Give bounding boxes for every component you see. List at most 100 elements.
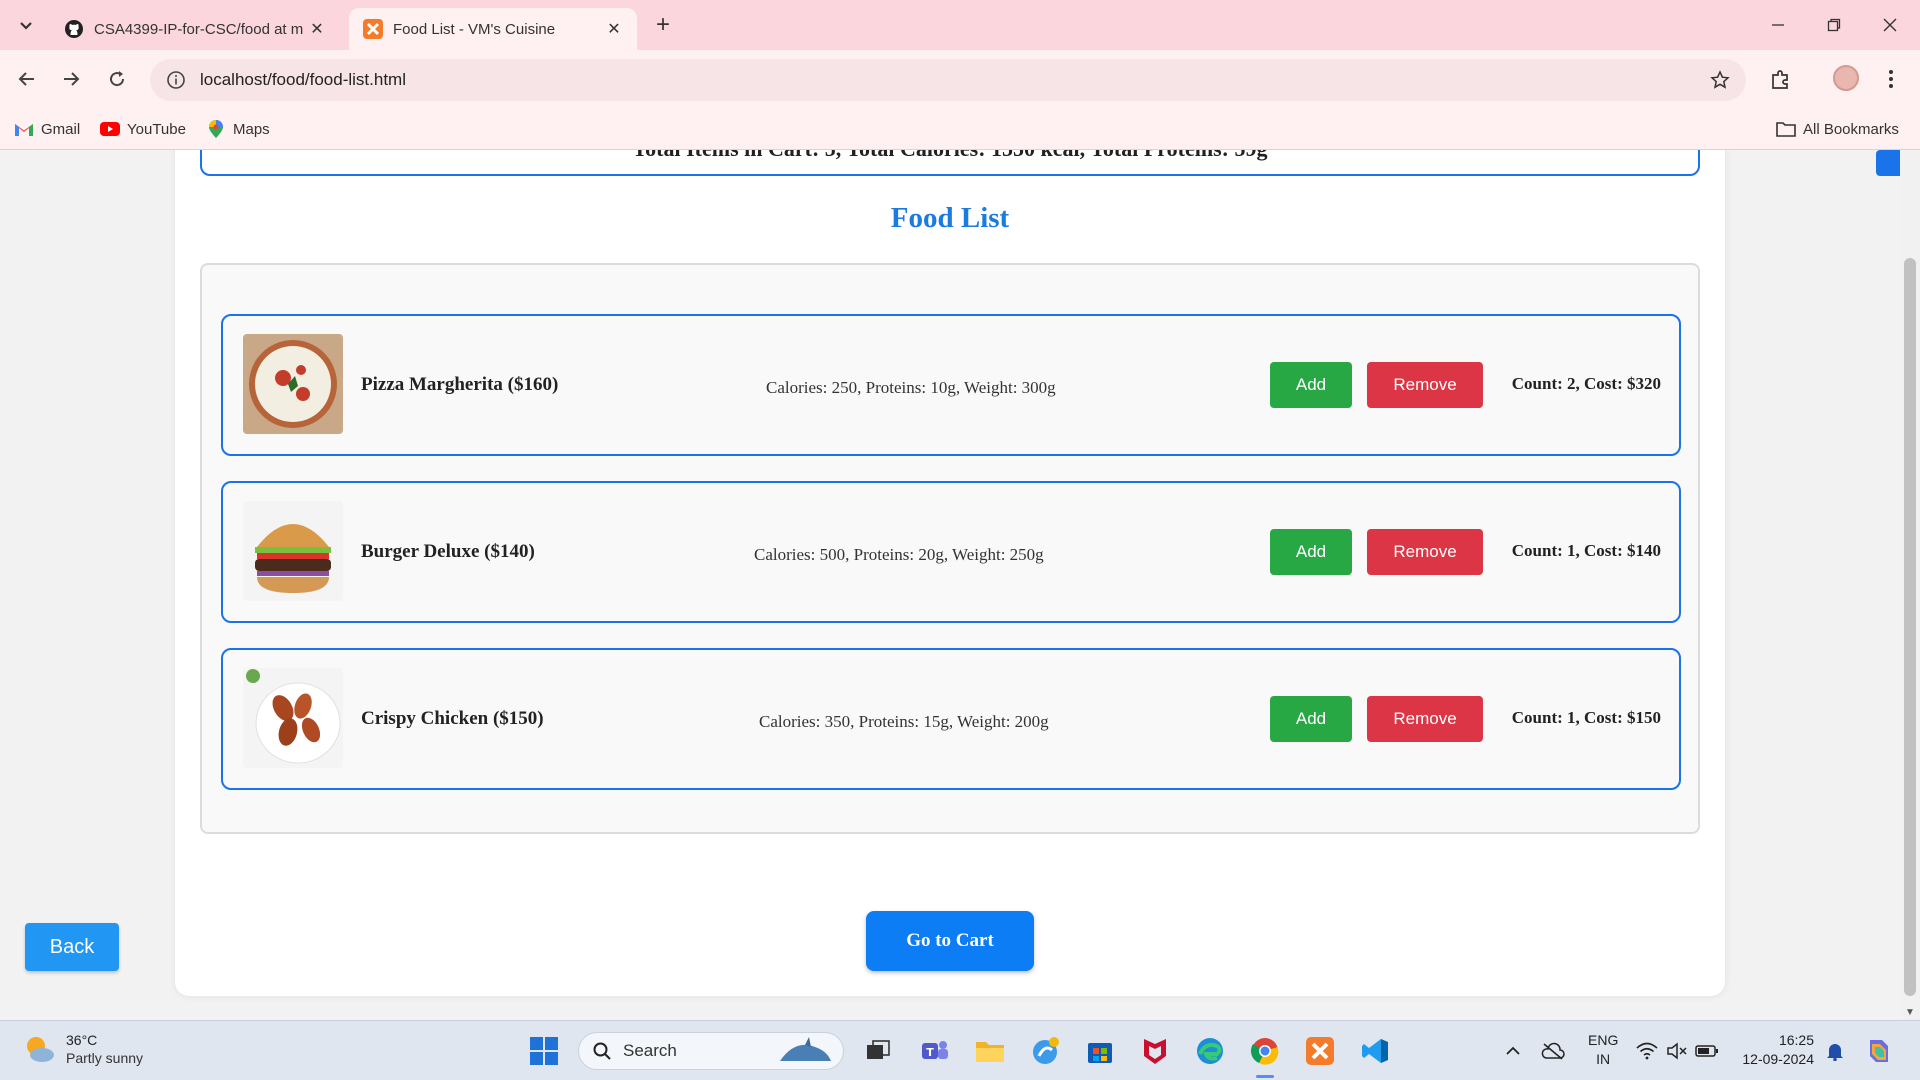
clock-time: 16:25 xyxy=(1778,1032,1814,1048)
all-bookmarks-label: All Bookmarks xyxy=(1803,120,1899,138)
item-count-cost: Count: 2, Cost: $320 xyxy=(1511,374,1661,393)
bookmarks-bar: Gmail YouTube Maps All Bookmarks xyxy=(0,108,1920,150)
page-title: Food List xyxy=(890,202,1010,234)
go-to-cart-button[interactable]: Go to Cart xyxy=(866,911,1034,971)
partly-sunny-icon xyxy=(27,1037,54,1062)
task-view-icon[interactable] xyxy=(861,1034,895,1068)
bookmark-label: Maps xyxy=(233,120,270,138)
new-tab-plus-icon[interactable]: + xyxy=(650,11,676,38)
close-tab-icon[interactable]: ✕ xyxy=(605,20,623,38)
folder-icon xyxy=(1776,121,1796,137)
food-list: Pizza Margherita ($160) Calories: 250, P… xyxy=(200,263,1700,834)
remove-button[interactable]: Remove xyxy=(1367,529,1483,575)
weather-widget[interactable]: 36°C Partly sunny xyxy=(22,1031,143,1067)
start-windows-icon[interactable] xyxy=(527,1034,561,1068)
page-viewport: Total Items in Cart: 5, Total Calories: … xyxy=(0,150,1900,1020)
dolphin-search-highlight-icon xyxy=(780,1037,831,1061)
remove-button[interactable]: Remove xyxy=(1367,696,1483,742)
food-nutrition: Calories: 500, Proteins: 20g, Weight: 25… xyxy=(754,545,1044,564)
page-container: Total Items in Cart: 5, Total Calories: … xyxy=(175,150,1725,996)
food-item-pizza: Pizza Margherita ($160) Calories: 250, P… xyxy=(221,314,1681,456)
chrome-active-indicator xyxy=(1256,1075,1274,1078)
language-code: ENG xyxy=(1588,1032,1619,1048)
tab-github[interactable]: CSA4399-IP-for-CSC/food at m ✕ xyxy=(50,8,340,50)
weather-temp: 36°C xyxy=(66,1032,98,1048)
search-icon xyxy=(593,1042,611,1060)
remove-button[interactable]: Remove xyxy=(1367,362,1483,408)
microsoft-store-icon[interactable] xyxy=(1083,1034,1117,1068)
tab-food-list[interactable]: Food List - VM's Cuisine ✕ xyxy=(349,8,637,50)
show-hidden-icons-chevron-icon[interactable] xyxy=(1496,1034,1530,1068)
add-button[interactable]: Add xyxy=(1270,696,1352,742)
battery-icon[interactable] xyxy=(1690,1034,1724,1068)
add-button[interactable]: Add xyxy=(1270,362,1352,408)
browser-tab-strip: CSA4399-IP-for-CSC/food at m ✕ Food List… xyxy=(0,0,1920,50)
search-label: Search xyxy=(623,1041,677,1060)
wifi-icon[interactable] xyxy=(1630,1034,1664,1068)
site-info-icon[interactable] xyxy=(166,70,186,90)
chicken-image xyxy=(243,668,343,768)
url-text: localhost/food/food-list.html xyxy=(200,70,406,89)
bookmark-gmail[interactable]: Gmail xyxy=(14,118,80,140)
maps-icon xyxy=(206,120,226,138)
clock-date: 12-09-2024 xyxy=(1742,1051,1814,1067)
food-item-burger: Burger Deluxe ($140) Calories: 500, Prot… xyxy=(221,481,1681,623)
edge-icon[interactable] xyxy=(1193,1034,1227,1068)
profile-avatar[interactable] xyxy=(1833,65,1859,91)
browser-toolbar: localhost/food/food-list.html xyxy=(0,50,1920,108)
scrollbar-thumb[interactable] xyxy=(1904,258,1916,996)
food-nutrition: Calories: 250, Proteins: 10g, Weight: 30… xyxy=(766,378,1056,397)
xampp-taskbar-icon[interactable] xyxy=(1303,1034,1337,1068)
floating-widget[interactable] xyxy=(1876,150,1900,176)
svg-text:T: T xyxy=(926,1046,934,1059)
forward-arrow-icon[interactable] xyxy=(56,64,86,94)
windows-taskbar: 36°C Partly sunny Search T ENG IN 16:25 … xyxy=(0,1020,1920,1080)
teams-icon[interactable]: T xyxy=(918,1034,952,1068)
scroll-down-arrow-icon[interactable]: ▼ xyxy=(1905,1008,1915,1018)
bookmark-label: Gmail xyxy=(41,120,81,138)
reload-icon[interactable] xyxy=(102,64,132,94)
bookmark-maps[interactable]: Maps xyxy=(206,118,270,140)
onedrive-offline-icon[interactable] xyxy=(1536,1034,1570,1068)
back-arrow-icon[interactable] xyxy=(12,64,42,94)
taskbar-search[interactable]: Search xyxy=(578,1032,844,1070)
back-button[interactable]: Back xyxy=(25,923,119,971)
chrome-icon[interactable] xyxy=(1248,1034,1282,1068)
bookmark-star-icon[interactable] xyxy=(1710,70,1730,90)
address-bar[interactable]: localhost/food/food-list.html xyxy=(150,59,1746,101)
add-button[interactable]: Add xyxy=(1270,529,1352,575)
food-nutrition: Calories: 350, Proteins: 15g, Weight: 20… xyxy=(759,712,1049,731)
copilot-icon[interactable] xyxy=(1862,1034,1896,1068)
burger-image xyxy=(243,501,343,601)
food-item-chicken: Crispy Chicken ($150) Calories: 350, Pro… xyxy=(221,648,1681,790)
language-indicator[interactable]: ENG IN xyxy=(1588,1031,1618,1069)
gmail-icon xyxy=(14,121,34,137)
github-icon xyxy=(65,20,83,38)
bookmark-youtube[interactable]: YouTube xyxy=(100,118,186,140)
clock[interactable]: 16:25 12-09-2024 xyxy=(1742,1031,1814,1069)
tab-search-chevron-icon[interactable] xyxy=(12,11,40,39)
edge-beta-icon[interactable] xyxy=(1028,1034,1062,1068)
food-name: Pizza Margherita ($160) xyxy=(361,374,559,395)
cart-summary: Total Items in Cart: 5, Total Calories: … xyxy=(200,150,1700,176)
page-scrollbar[interactable]: ▼ xyxy=(1900,150,1920,1020)
item-count-cost: Count: 1, Cost: $150 xyxy=(1511,708,1661,727)
weather-condition: Partly sunny xyxy=(66,1050,144,1066)
extensions-puzzle-icon[interactable] xyxy=(1766,64,1796,94)
close-tab-icon[interactable]: ✕ xyxy=(308,20,326,38)
close-window-icon[interactable] xyxy=(1875,10,1905,40)
all-bookmarks[interactable]: All Bookmarks xyxy=(1776,118,1899,140)
file-explorer-icon[interactable] xyxy=(973,1034,1007,1068)
volume-muted-icon[interactable] xyxy=(1660,1034,1694,1068)
pizza-image xyxy=(243,334,343,434)
xampp-icon xyxy=(363,19,383,39)
notification-bell-icon[interactable] xyxy=(1818,1034,1852,1068)
youtube-icon xyxy=(100,121,120,137)
bookmark-label: YouTube xyxy=(127,120,186,138)
minimize-icon[interactable] xyxy=(1763,10,1793,40)
more-menu-icon[interactable] xyxy=(1876,64,1906,94)
mcafee-icon[interactable] xyxy=(1138,1034,1172,1068)
region-code: IN xyxy=(1596,1051,1611,1067)
vscode-icon[interactable] xyxy=(1358,1034,1392,1068)
restore-icon[interactable] xyxy=(1819,10,1849,40)
